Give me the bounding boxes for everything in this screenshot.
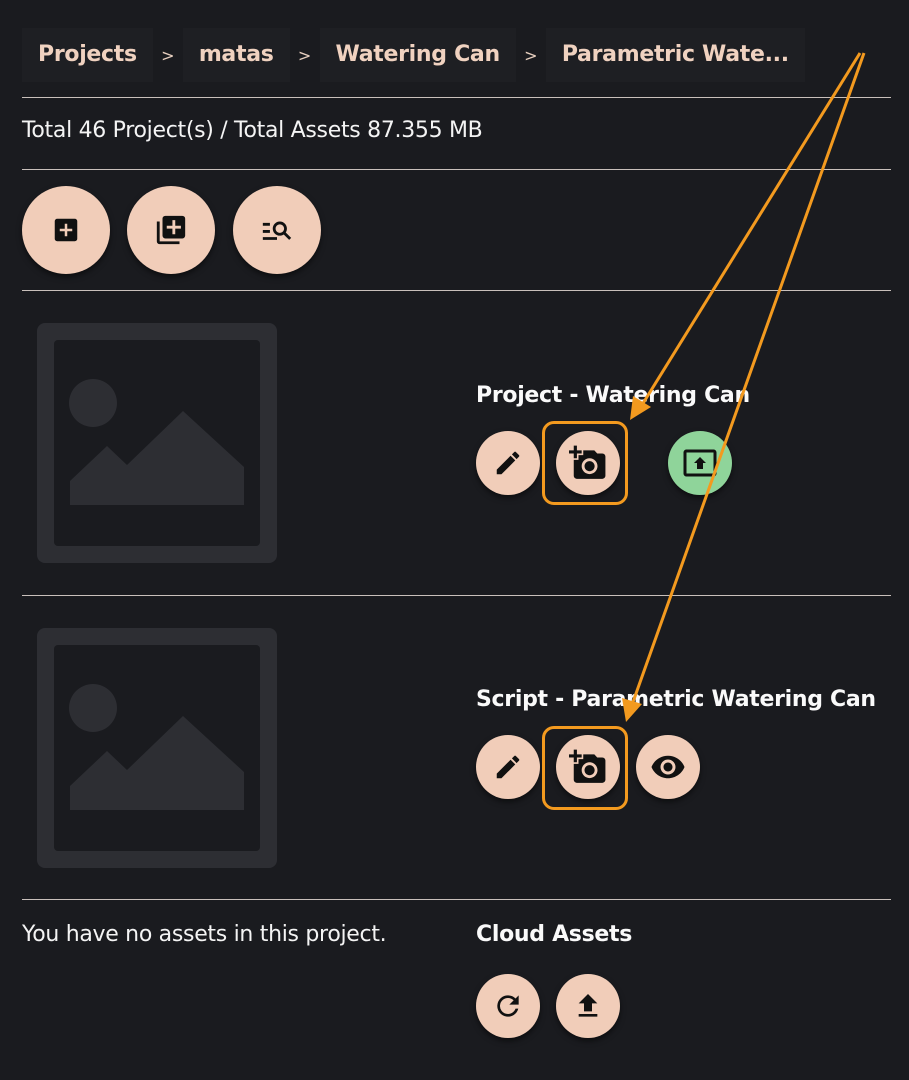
divider [22,290,891,291]
divider [22,169,891,170]
library-add-icon [156,215,186,245]
project-thumbnail [37,323,277,563]
cloud-assets-title: Cloud Assets [476,922,633,947]
annotation-highlight-box [542,421,628,505]
item-title: Project - Watering Can [476,383,750,408]
item-title: Script - Parametric Watering Can [476,687,876,712]
breadcrumb-project[interactable]: Watering Can [319,28,516,82]
view-button[interactable] [636,735,700,799]
divider [22,595,891,596]
script-thumbnail [37,628,277,868]
breadcrumb-separator: > [161,45,175,65]
refresh-icon [497,995,519,1017]
image-placeholder-icon [37,628,277,868]
manage-search-icon [262,221,292,240]
breadcrumb-projects[interactable]: Projects [22,28,153,82]
empty-assets-message: You have no assets in this project. [22,922,387,947]
present-to-all-icon [683,449,717,477]
divider [22,899,891,900]
pencil-icon [496,451,520,475]
search-projects-button[interactable] [233,186,321,274]
image-placeholder-icon [37,323,277,563]
breadcrumb-separator: > [524,45,538,65]
divider [22,97,891,98]
annotation-arrow-line [640,52,862,406]
edit-button[interactable] [476,735,540,799]
add-box-icon [54,218,78,242]
pencil-icon [496,755,520,779]
refresh-button[interactable] [476,974,540,1038]
project-summary: Total 46 Project(s) / Total Assets 87.35… [22,118,483,143]
present-button[interactable] [668,431,732,495]
annotation-arrow-line [631,52,866,703]
eye-icon [651,755,685,779]
add-multiple-button[interactable] [127,186,215,274]
upload-button[interactable] [556,974,620,1038]
breadcrumb-script[interactable]: Parametric Wate... [545,28,805,82]
breadcrumb-user[interactable]: matas [182,28,290,82]
breadcrumb-separator: > [297,45,312,65]
breadcrumb: Projects > matas > Watering Can > Parame… [22,28,805,82]
add-project-button[interactable] [22,186,110,274]
edit-button[interactable] [476,431,540,495]
annotation-highlight-box [542,726,628,810]
upload-icon [578,994,598,1017]
